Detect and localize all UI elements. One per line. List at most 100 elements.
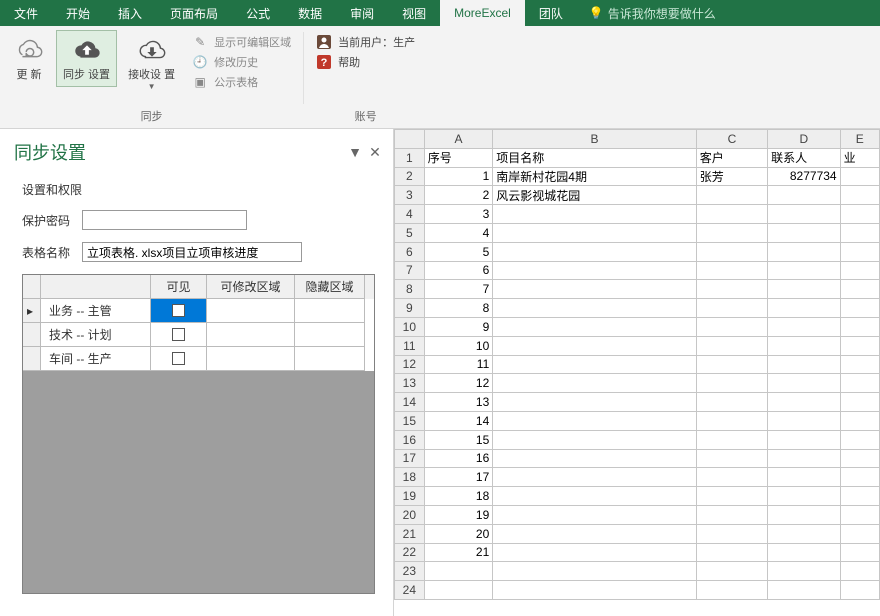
cell-D12[interactable] — [768, 355, 840, 374]
cell-A20[interactable]: 19 — [424, 505, 493, 524]
role-row[interactable]: ▸业务 -- 主管 — [23, 299, 374, 323]
cell-D15[interactable] — [768, 411, 840, 430]
role-editable-cell[interactable] — [207, 347, 295, 371]
cell-D10[interactable] — [768, 317, 840, 336]
role-editable-cell[interactable] — [207, 323, 295, 347]
cell-B16[interactable] — [493, 430, 696, 449]
side-pane-close-button[interactable]: ✕ — [365, 144, 385, 161]
cell-D5[interactable] — [768, 223, 840, 242]
recv-settings-button[interactable]: 接收设 置 ▼ — [121, 30, 182, 96]
role-visible-checkbox[interactable] — [151, 299, 207, 323]
cell-E5[interactable] — [840, 223, 879, 242]
row-header-10[interactable]: 10 — [395, 317, 425, 336]
cell-D21[interactable] — [768, 524, 840, 543]
tab-开始[interactable]: 开始 — [52, 0, 104, 26]
cell-B3[interactable]: 风云影视城花园 — [493, 186, 696, 205]
column-header-A[interactable]: A — [424, 130, 493, 149]
cell-C10[interactable] — [696, 317, 767, 336]
column-header-D[interactable]: D — [768, 130, 840, 149]
cell-A22[interactable]: 21 — [424, 543, 493, 562]
cell-E16[interactable] — [840, 430, 879, 449]
cell-B5[interactable] — [493, 223, 696, 242]
cell-C8[interactable] — [696, 280, 767, 299]
cell-E17[interactable] — [840, 449, 879, 468]
row-header-19[interactable]: 19 — [395, 487, 425, 506]
cell-D24[interactable] — [768, 581, 840, 600]
column-header-E[interactable]: E — [840, 130, 879, 149]
row-header-14[interactable]: 14 — [395, 393, 425, 412]
tab-审阅[interactable]: 审阅 — [336, 0, 388, 26]
cell-B10[interactable] — [493, 317, 696, 336]
cell-D22[interactable] — [768, 543, 840, 562]
cell-A11[interactable]: 10 — [424, 336, 493, 355]
cell-B7[interactable] — [493, 261, 696, 280]
sync-settings-button[interactable]: 同步 设置 — [56, 30, 117, 87]
cell-E13[interactable] — [840, 374, 879, 393]
row-header-24[interactable]: 24 — [395, 581, 425, 600]
cell-E9[interactable] — [840, 299, 879, 318]
help-button[interactable]: ? 帮助 — [310, 52, 421, 72]
cell-D3[interactable] — [768, 186, 840, 205]
row-header-15[interactable]: 15 — [395, 411, 425, 430]
cell-A7[interactable]: 6 — [424, 261, 493, 280]
row-header-16[interactable]: 16 — [395, 430, 425, 449]
cell-C4[interactable] — [696, 205, 767, 224]
cell-E7[interactable] — [840, 261, 879, 280]
table-name-input[interactable] — [82, 242, 302, 262]
cell-D2[interactable]: 8277734 — [768, 167, 840, 186]
cell-D23[interactable] — [768, 562, 840, 581]
cell-C24[interactable] — [696, 581, 767, 600]
cell-C18[interactable] — [696, 468, 767, 487]
row-header-9[interactable]: 9 — [395, 299, 425, 318]
cell-E14[interactable] — [840, 393, 879, 412]
row-header-3[interactable]: 3 — [395, 186, 425, 205]
cell-A12[interactable]: 11 — [424, 355, 493, 374]
cell-C19[interactable] — [696, 487, 767, 506]
tab-文件[interactable]: 文件 — [0, 0, 52, 26]
cell-D9[interactable] — [768, 299, 840, 318]
cell-A21[interactable]: 20 — [424, 524, 493, 543]
cell-C22[interactable] — [696, 543, 767, 562]
cell-D13[interactable] — [768, 374, 840, 393]
cell-B18[interactable] — [493, 468, 696, 487]
cell-E20[interactable] — [840, 505, 879, 524]
cell-A18[interactable]: 17 — [424, 468, 493, 487]
tab-团队[interactable]: 团队 — [525, 0, 577, 26]
cell-A2[interactable]: 1 — [424, 167, 493, 186]
cell-E3[interactable] — [840, 186, 879, 205]
cell-D14[interactable] — [768, 393, 840, 412]
row-header-1[interactable]: 1 — [395, 148, 425, 167]
row-header-17[interactable]: 17 — [395, 449, 425, 468]
password-input[interactable] — [82, 210, 247, 230]
cell-E12[interactable] — [840, 355, 879, 374]
row-header-2[interactable]: 2 — [395, 167, 425, 186]
tab-视图[interactable]: 视图 — [388, 0, 440, 26]
row-header-4[interactable]: 4 — [395, 205, 425, 224]
role-row[interactable]: 技术 -- 计划 — [23, 323, 374, 347]
cell-C6[interactable] — [696, 242, 767, 261]
cell-B11[interactable] — [493, 336, 696, 355]
row-header-8[interactable]: 8 — [395, 280, 425, 299]
cell-E22[interactable] — [840, 543, 879, 562]
row-header-5[interactable]: 5 — [395, 223, 425, 242]
cell-D6[interactable] — [768, 242, 840, 261]
publish-button[interactable]: ▣ 公示表格 — [186, 72, 297, 92]
cell-E11[interactable] — [840, 336, 879, 355]
cell-A24[interactable] — [424, 581, 493, 600]
cell-D1[interactable]: 联系人 — [768, 148, 840, 167]
side-pane-menu-button[interactable]: ▼ — [345, 144, 365, 160]
cell-B13[interactable] — [493, 374, 696, 393]
tab-页面布局[interactable]: 页面布局 — [156, 0, 232, 26]
cell-C7[interactable] — [696, 261, 767, 280]
cell-A1[interactable]: 序号 — [424, 148, 493, 167]
cell-A10[interactable]: 9 — [424, 317, 493, 336]
row-header-23[interactable]: 23 — [395, 562, 425, 581]
cell-B19[interactable] — [493, 487, 696, 506]
column-header-C[interactable]: C — [696, 130, 767, 149]
cell-E10[interactable] — [840, 317, 879, 336]
cell-B20[interactable] — [493, 505, 696, 524]
cell-B22[interactable] — [493, 543, 696, 562]
cell-C15[interactable] — [696, 411, 767, 430]
cell-B6[interactable] — [493, 242, 696, 261]
tell-me-search[interactable]: 💡告诉我你想要做什么 — [577, 0, 728, 26]
